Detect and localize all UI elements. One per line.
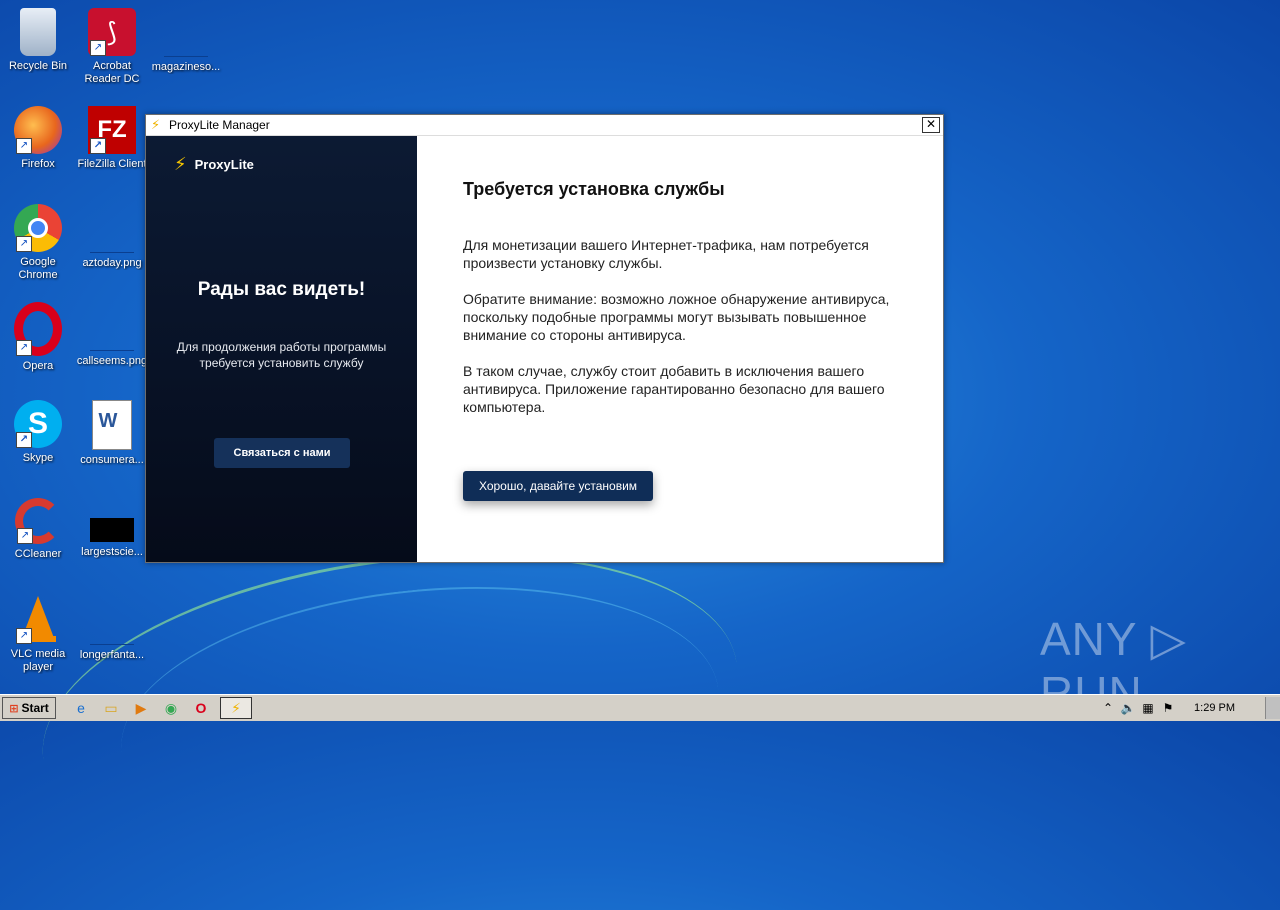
- desktop-icon-firefox[interactable]: ↗ Firefox: [0, 106, 76, 171]
- left-panel: ⚡ ProxyLite Рады вас видеть! Для продолж…: [146, 136, 417, 562]
- media-player-taskbar-icon[interactable]: ▶: [130, 698, 152, 718]
- image-file-icon: [90, 204, 134, 253]
- shortcut-arrow-icon: ↗: [16, 340, 32, 356]
- desktop-icon-chrome[interactable]: ↗ Google Chrome: [0, 204, 76, 282]
- desktop-icon-label: Opera: [22, 360, 54, 372]
- desktop-icon-magazineso[interactable]: magazineso...: [148, 8, 224, 74]
- desktop-icon-label: consumera...: [80, 454, 144, 466]
- desktop-icon-label: FileZilla Client: [77, 158, 147, 170]
- desktop-icon-filezilla[interactable]: FZ ↗ FileZilla Client: [74, 106, 150, 171]
- opera-icon: ↗: [14, 302, 62, 356]
- opera-taskbar-icon[interactable]: O: [190, 698, 212, 718]
- logo-text: ProxyLite: [194, 157, 254, 172]
- proxylite-window: ⚡ ProxyLite Manager ✕ ⚡ ProxyLite Рады в…: [145, 114, 944, 563]
- desktop-icon-callseems[interactable]: callseems.png: [74, 302, 150, 368]
- desktop-icon-opera[interactable]: ↗ Opera: [0, 302, 76, 373]
- lightning-bolt-icon: ⚡: [151, 117, 161, 132]
- image-file-icon: [90, 302, 134, 351]
- welcome-subtext: Для продолжения работы программы требует…: [176, 340, 387, 370]
- desktop-icon-skype[interactable]: S ↗ Skype: [0, 400, 76, 465]
- app-logo: ⚡ ProxyLite: [174, 154, 254, 175]
- image-file-icon: [90, 518, 134, 542]
- proxylite-taskbar-button[interactable]: ⚡: [220, 697, 252, 719]
- shortcut-arrow-icon: ↗: [16, 432, 32, 448]
- desktop-icon-label: longerfanta...: [79, 649, 145, 661]
- desktop-icon-label: VLC media player: [10, 648, 66, 673]
- tray-expand-icon[interactable]: ⌃: [1098, 701, 1118, 715]
- desktop-icon-label: callseems.png: [76, 355, 148, 367]
- acrobat-icon: ⟆ ↗: [88, 8, 136, 56]
- start-label: Start: [21, 701, 49, 715]
- shortcut-arrow-icon: ↗: [17, 528, 33, 544]
- volume-icon[interactable]: 🔈: [1118, 701, 1138, 715]
- desktop-icon-label: Skype: [22, 452, 54, 464]
- taskbar-clock[interactable]: 1:29 PM: [1194, 702, 1235, 714]
- shortcut-arrow-icon: ↗: [90, 40, 106, 56]
- desktop-icon-label: Firefox: [21, 158, 55, 170]
- desktop-icon-consumera[interactable]: W consumera...: [74, 400, 150, 467]
- show-desktop-button[interactable]: [1265, 697, 1280, 719]
- action-center-flag-icon[interactable]: ⚑: [1158, 701, 1178, 715]
- ie-taskbar-icon[interactable]: e: [70, 698, 92, 718]
- lightning-bolt-icon: ⚡: [231, 699, 241, 716]
- desktop-icon-recycle-bin[interactable]: Recycle Bin: [0, 8, 76, 73]
- close-button[interactable]: ✕: [922, 117, 940, 133]
- firefox-icon: ↗: [14, 106, 62, 154]
- install-ok-button[interactable]: Хорошо, давайте установим: [463, 471, 653, 501]
- shortcut-arrow-icon: ↗: [16, 628, 32, 644]
- chrome-taskbar-icon[interactable]: ◉: [160, 698, 182, 718]
- desktop-icon-label: magazineso...: [151, 61, 221, 73]
- filezilla-icon: FZ ↗: [88, 106, 136, 154]
- close-icon: ✕: [925, 117, 937, 131]
- desktop-icon-label: largestscie...: [81, 546, 143, 558]
- desktop-icon-aztoday[interactable]: aztoday.png: [74, 204, 150, 270]
- shortcut-arrow-icon: ↗: [16, 236, 32, 252]
- info-paragraph-3: В таком случае, службу стоит добавить в …: [463, 363, 885, 415]
- desktop-icon-acrobat[interactable]: ⟆ ↗ Acrobat Reader DC: [74, 8, 150, 86]
- network-icon[interactable]: ▦: [1138, 701, 1158, 715]
- taskbar: ⊞ Start e ▭ ▶ ◉ O ⚡ ⌃ 🔈 ▦ ⚑ 1:29 PM: [0, 694, 1280, 721]
- skype-icon: S ↗: [14, 400, 62, 448]
- vlc-icon: ↗: [14, 596, 62, 644]
- desktop-icon-label: Acrobat Reader DC: [84, 60, 140, 85]
- welcome-heading: Рады вас видеть!: [197, 279, 366, 300]
- explorer-taskbar-icon[interactable]: ▭: [100, 698, 122, 718]
- contact-us-button[interactable]: Связаться с нами: [214, 438, 350, 468]
- service-required-title: Требуется установка службы: [463, 179, 725, 199]
- shortcut-arrow-icon: ↗: [16, 138, 32, 154]
- image-file-icon: [164, 8, 208, 57]
- chrome-icon: ↗: [14, 204, 62, 252]
- system-tray: ⌃ 🔈 ▦ ⚑ 1:29 PM: [1098, 697, 1280, 719]
- desktop-icon-vlc[interactable]: ↗ VLC media player: [0, 596, 76, 674]
- info-paragraph-1: Для монетизации вашего Интернет-трафика,…: [463, 237, 869, 271]
- desktop-icon-label: Google Chrome: [18, 256, 58, 281]
- image-file-icon: [90, 596, 134, 645]
- desktop-icon-label: aztoday.png: [82, 257, 142, 269]
- desktop-icon-label: CCleaner: [14, 548, 62, 560]
- recycle-bin-icon: [20, 8, 56, 56]
- shortcut-arrow-icon: ↗: [90, 138, 106, 154]
- window-titlebar[interactable]: ⚡ ProxyLite Manager ✕: [146, 115, 943, 136]
- desktop-icon-largestscie[interactable]: largestscie...: [74, 498, 150, 559]
- ccleaner-icon: ↗: [15, 498, 61, 544]
- lightning-bolt-icon: ⚡: [174, 154, 187, 174]
- windows-flag-icon: ⊞: [9, 702, 19, 715]
- word-document-icon: W: [92, 400, 132, 450]
- info-paragraph-2: Обратите внимание: возможно ложное обнар…: [463, 291, 890, 343]
- desktop-icon-longerfanta[interactable]: longerfanta...: [74, 596, 150, 662]
- window-title: ProxyLite Manager: [169, 118, 270, 132]
- desktop-icon-label: Recycle Bin: [8, 60, 68, 72]
- desktop-icon-ccleaner[interactable]: ↗ CCleaner: [0, 498, 76, 561]
- start-button[interactable]: ⊞ Start: [2, 697, 56, 719]
